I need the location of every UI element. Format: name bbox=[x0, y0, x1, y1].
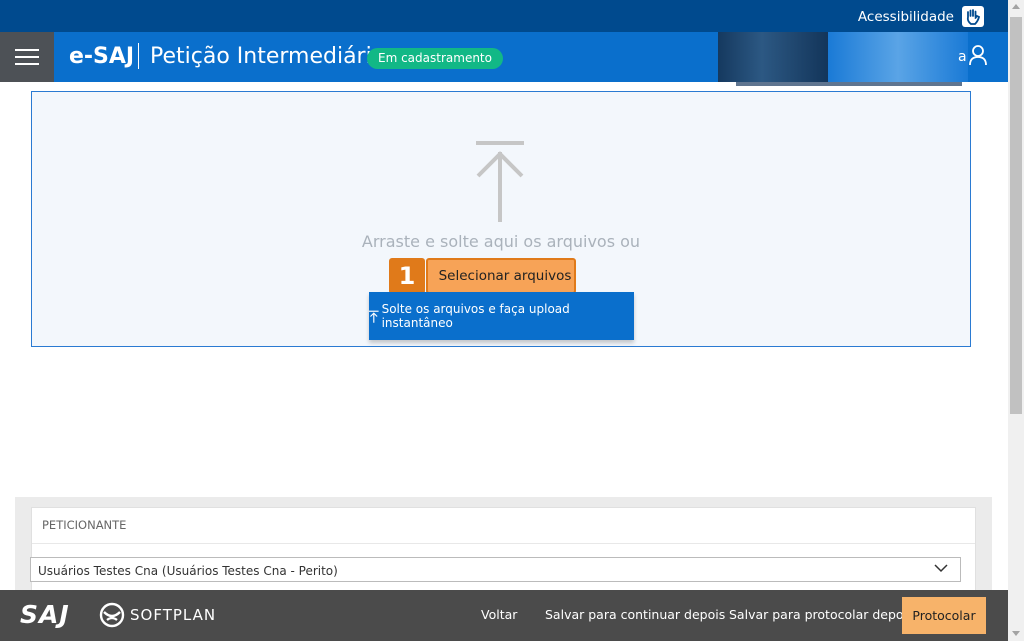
peticionante-title: PETICIONANTE bbox=[42, 518, 127, 532]
save-continue-later-button[interactable]: Salvar para continuar depois bbox=[545, 607, 725, 622]
user-name-suffix: a bbox=[958, 49, 967, 65]
status-badge: Em cadastramento bbox=[367, 48, 503, 69]
court-logo-redacted bbox=[718, 32, 828, 82]
peticionante-card: PETICIONANTE bbox=[31, 507, 976, 597]
upload-small-icon bbox=[369, 310, 379, 323]
chevron-down-icon bbox=[934, 564, 948, 573]
page-title: Petição Intermediária bbox=[150, 44, 386, 69]
saj-logo: SAJ bbox=[20, 600, 70, 629]
footer-bar: SAJ SOFTPLAN Voltar Salvar para continua… bbox=[0, 590, 1008, 641]
softplan-logo: SOFTPLAN bbox=[99, 602, 216, 628]
user-menu[interactable]: a bbox=[718, 32, 1008, 86]
step-badge: 1 bbox=[389, 258, 425, 294]
back-button[interactable]: Voltar bbox=[481, 607, 517, 622]
hand-sign-icon bbox=[962, 6, 984, 27]
hamburger-menu-icon[interactable] bbox=[0, 32, 54, 82]
file-drop-zone[interactable]: Arraste e solte aqui os arquivos ou 1 Se… bbox=[31, 91, 971, 347]
softplan-wordmark: SOFTPLAN bbox=[130, 606, 217, 624]
protocolar-button[interactable]: Protocolar bbox=[902, 597, 986, 634]
scroll-up-arrow-icon[interactable] bbox=[1012, 4, 1020, 9]
user-icon[interactable] bbox=[969, 44, 987, 66]
redaction-bar bbox=[736, 82, 962, 86]
upload-arrow-icon bbox=[476, 141, 524, 222]
app-header: e-SAJ Petição Intermediária Em cadastram… bbox=[0, 32, 1008, 86]
top-bar: Acessibilidade bbox=[0, 0, 1008, 32]
peticionante-selected-value: Usuários Testes Cna (Usuários Testes Cna… bbox=[38, 564, 338, 578]
instant-upload-button[interactable]: Solte os arquivos e faça upload instantâ… bbox=[369, 292, 634, 340]
select-files-button[interactable]: Selecionar arquivos bbox=[426, 258, 576, 294]
peticionante-select[interactable]: Usuários Testes Cna (Usuários Testes Cna… bbox=[30, 557, 961, 582]
header-divider bbox=[138, 43, 139, 69]
user-name-redacted bbox=[828, 32, 968, 82]
scroll-thumb[interactable] bbox=[1010, 17, 1022, 414]
accessibility-link[interactable]: Acessibilidade bbox=[858, 6, 984, 27]
drop-hint: Arraste e solte aqui os arquivos ou bbox=[361, 232, 641, 251]
save-file-later-button[interactable]: Salvar para protocolar depois bbox=[729, 607, 914, 622]
accessibility-label: Acessibilidade bbox=[857, 8, 954, 25]
vertical-scrollbar[interactable] bbox=[1008, 0, 1024, 641]
card-divider bbox=[32, 543, 975, 544]
instant-upload-label: Solte os arquivos e faça upload instantâ… bbox=[381, 302, 570, 330]
brand-name: e-SAJ bbox=[69, 44, 135, 69]
scroll-down-arrow-icon[interactable] bbox=[1012, 631, 1020, 636]
softplan-globe-icon bbox=[99, 602, 125, 628]
